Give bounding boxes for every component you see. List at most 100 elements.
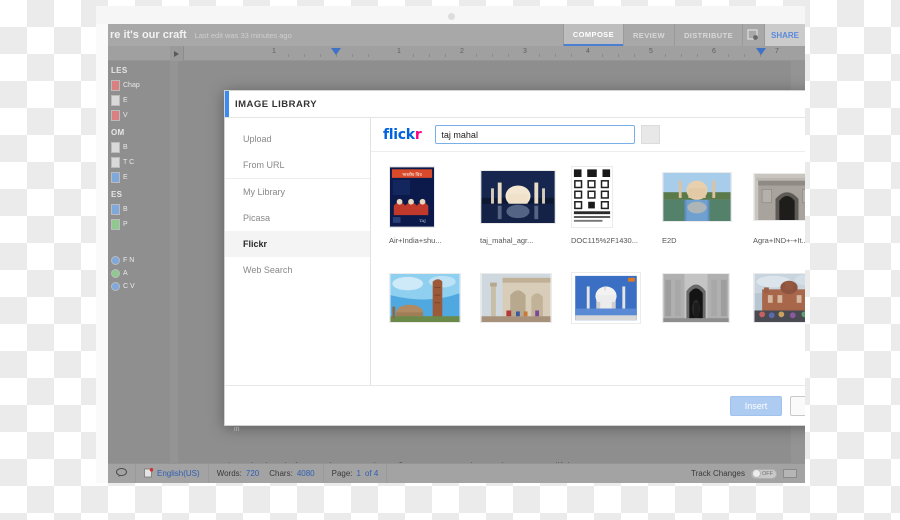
panel-item[interactable]: B: [108, 202, 170, 217]
result-item[interactable]: E2D: [662, 166, 740, 245]
result-thumbnail[interactable]: [753, 166, 805, 228]
dialog-content: flickr भारतीय चित्र: [371, 118, 805, 385]
result-thumbnail[interactable]: [662, 166, 740, 228]
sidebar-item-web-search[interactable]: Web Search: [225, 257, 370, 283]
panel-item-label: T C: [123, 159, 134, 166]
search-icon[interactable]: [641, 125, 660, 144]
chars-label: Chars:: [269, 469, 293, 478]
result-item[interactable]: भारतीय चित्र TAJ Air+I: [389, 166, 467, 245]
panel-item[interactable]: F N: [108, 254, 170, 267]
panel-item-label: E: [123, 97, 128, 104]
panel-item[interactable]: A: [108, 267, 170, 280]
tab-review[interactable]: REVIEW: [623, 24, 674, 46]
ruler-number: 4: [586, 48, 590, 55]
indent-marker-right[interactable]: [756, 48, 766, 55]
image-icon: [111, 110, 120, 121]
document-badge-icon[interactable]: [742, 24, 764, 46]
sidebar-item-flickr[interactable]: Flickr: [225, 231, 370, 257]
close-button[interactable]: Close: [790, 396, 805, 416]
share-button[interactable]: SHARE: [764, 24, 805, 46]
result-item[interactable]: Agra+IND+-+It...: [753, 166, 805, 245]
page-current: 1: [357, 469, 361, 478]
panel-item[interactable]: E: [108, 93, 170, 108]
toggle-knob: [752, 469, 761, 478]
result-thumbnail[interactable]: [571, 166, 649, 228]
result-caption: DOC115%2F1430...: [571, 236, 649, 245]
keyboard-icon[interactable]: [783, 469, 797, 478]
track-changes-label: Track Changes: [691, 469, 745, 478]
circle-green-icon: [111, 269, 120, 278]
result-caption: Air+India+shu...: [389, 236, 467, 245]
words-value: 720: [246, 469, 259, 478]
tab-distribute[interactable]: DISTRIBUTE: [674, 24, 742, 46]
language-cell[interactable]: English(US): [136, 464, 209, 484]
editor-tabs: COMPOSE REVIEW DISTRIBUTE SHARE: [563, 24, 805, 46]
result-thumbnail[interactable]: भारतीय चित्र TAJ: [389, 166, 467, 228]
result-item[interactable]: DOC115%2F1430...: [571, 166, 649, 245]
language-label[interactable]: English(US): [157, 469, 200, 478]
search-input[interactable]: [435, 125, 635, 144]
results-row: भारतीय चित्र TAJ Air+I: [389, 166, 805, 245]
result-item[interactable]: taj_mahal_agr...: [480, 166, 558, 245]
panel-section-header: ES: [108, 185, 170, 202]
tab-compose[interactable]: COMPOSE: [563, 24, 623, 46]
image-library-dialog: IMAGE LIBRARY Upload From URL My Library…: [224, 90, 805, 426]
result-thumbnail[interactable]: [389, 267, 467, 329]
dialog-footer: Insert Close: [225, 385, 805, 425]
result-thumbnail[interactable]: [753, 267, 805, 329]
result-item[interactable]: [480, 267, 558, 337]
flickr-logo: flickr: [383, 127, 421, 143]
results-row: [389, 267, 805, 337]
result-item[interactable]: [662, 267, 740, 337]
panel-item[interactable]: T C: [108, 155, 170, 170]
panel-item[interactable]: P: [108, 217, 170, 232]
insert-button[interactable]: Insert: [730, 396, 782, 416]
track-changes-toggle[interactable]: OFF: [751, 469, 777, 479]
result-thumbnail[interactable]: [571, 267, 649, 329]
editor-topbar: re it's our craft Last edit was 33 minut…: [108, 24, 805, 46]
sidebar-item-from-url[interactable]: From URL: [225, 152, 370, 179]
panel-section-header: OM: [108, 123, 170, 140]
comment-icon: [116, 468, 127, 479]
result-thumbnail[interactable]: [480, 267, 558, 329]
ruler-number: 6: [712, 48, 716, 55]
ruler-number: 7: [775, 48, 779, 55]
editor-status-bar: English(US) Words: 720 Chars: 4080 Page:…: [108, 463, 805, 483]
sidebar-item-picasa[interactable]: Picasa: [225, 205, 370, 231]
editor-ruler[interactable]: 1 1 2 3 4 5 6 7: [108, 46, 805, 61]
page-count-cell: Page: 1 of 4: [324, 464, 388, 484]
ruler-corner-box[interactable]: [170, 46, 184, 61]
ruler-scale: 1 1 2 3 4 5 6 7: [186, 46, 805, 61]
result-item[interactable]: [753, 267, 805, 337]
svg-text:भारतीय चित्र: भारतीय चित्र: [402, 172, 422, 178]
ruler-number: 1: [272, 48, 276, 55]
chart-icon: [111, 219, 120, 230]
result-caption: taj_mahal_agr...: [480, 236, 558, 245]
page-blue-icon: [111, 172, 120, 183]
result-thumbnail[interactable]: [662, 267, 740, 329]
dialog-title: IMAGE LIBRARY: [225, 99, 317, 110]
word-count-cell: Words: 720 Chars: 4080: [209, 464, 324, 484]
result-thumbnail[interactable]: [480, 166, 558, 228]
result-caption: Agra+IND+-+It...: [753, 236, 805, 245]
panel-item[interactable]: B: [108, 140, 170, 155]
result-item[interactable]: [571, 267, 649, 337]
panel-item[interactable]: C V: [108, 280, 170, 293]
panel-item[interactable]: Chap: [108, 78, 170, 93]
dialog-sidebar: Upload From URL My Library Picasa Flickr…: [225, 118, 371, 385]
window-titlebar: [96, 6, 805, 24]
flickr-logo-blue: flick: [383, 127, 415, 143]
panel-item-label: F N: [123, 257, 134, 264]
panel-item[interactable]: E: [108, 170, 170, 185]
result-item[interactable]: [389, 267, 467, 337]
sidebar-item-my-library[interactable]: My Library: [225, 179, 370, 205]
indent-marker-left[interactable]: [331, 48, 341, 55]
comment-cell[interactable]: [108, 464, 136, 484]
panel-item[interactable]: V: [108, 108, 170, 123]
sidebar-item-upload[interactable]: Upload: [225, 126, 370, 152]
flickr-logo-pink: r: [415, 127, 422, 143]
panel-item-label: V: [123, 112, 128, 119]
editor-left-panel[interactable]: LES Chap E V OM B T C: [108, 61, 170, 463]
panel-item-label: C V: [123, 283, 135, 290]
document-title[interactable]: re it's our craft: [108, 29, 187, 41]
